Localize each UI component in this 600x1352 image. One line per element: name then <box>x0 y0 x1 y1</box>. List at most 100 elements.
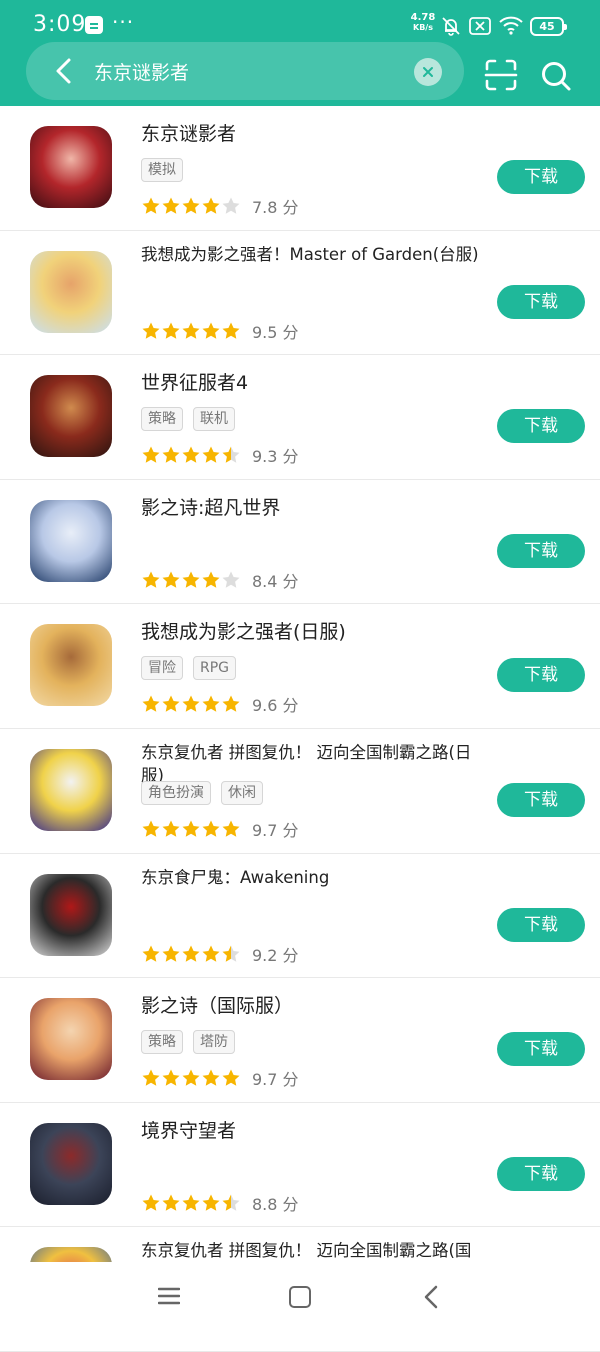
category-tag: 角色扮演 <box>141 780 211 805</box>
red-hair-girl-icon[interactable] <box>30 998 112 1081</box>
category-tag: RPG <box>193 656 237 681</box>
home-button[interactable] <box>289 1286 311 1308</box>
wifi-icon <box>499 16 523 35</box>
scan-icon[interactable] <box>484 58 518 92</box>
star-icon <box>222 197 240 214</box>
list-item[interactable]: 影之诗:超凡世界 8.4 分 下载 <box>0 480 600 605</box>
download-button[interactable]: 下载 <box>497 658 585 693</box>
download-button[interactable]: 下载 <box>497 907 585 942</box>
star-rating: 9.5 分 <box>141 319 299 343</box>
list-item[interactable]: 境界守望者 8.8 分 下载 <box>0 1103 600 1228</box>
rating-score: 9.5 分 <box>252 322 299 342</box>
blonde-elf-character-icon[interactable] <box>30 250 112 333</box>
status-time: 3:09 <box>33 12 87 37</box>
app-title[interactable]: 我想成为影之强者(日服) <box>141 620 481 645</box>
recent-apps-icon[interactable] <box>158 1286 180 1306</box>
star-icon <box>182 1194 200 1211</box>
category-tag: 塔防 <box>193 1030 235 1055</box>
close-icon <box>423 67 433 77</box>
back-arrow-icon[interactable] <box>48 54 80 88</box>
star-rating: 7.8 分 <box>141 194 299 218</box>
app-title[interactable]: 世界征服者4 <box>141 371 481 396</box>
star-icon <box>222 322 240 339</box>
no-sim-icon <box>469 17 491 35</box>
rating-score: 9.7 分 <box>252 1070 299 1090</box>
search-icon[interactable] <box>538 58 574 94</box>
network-speed-value: 4.78 <box>410 12 436 23</box>
category-tag: 休闲 <box>221 780 263 805</box>
star-icon <box>222 1069 240 1086</box>
app-title[interactable]: 东京食尸鬼：Awakening <box>141 866 481 889</box>
star-icon <box>162 571 180 588</box>
star-icon <box>202 446 220 463</box>
system-nav-bar <box>0 1262 600 1334</box>
werewolf-icon[interactable] <box>30 1122 112 1205</box>
star-icon <box>202 695 220 713</box>
star-icon <box>162 322 180 339</box>
masked-character-icon[interactable] <box>30 873 112 956</box>
search-results-list: 东京谜影者 模拟 7.8 分下载 我想成为影之强者！Master of Garden(… <box>0 106 600 1352</box>
category-tag: 策略 <box>141 1030 183 1055</box>
star-icon <box>142 695 160 713</box>
star-icon <box>202 1194 220 1211</box>
star-icon <box>182 322 200 339</box>
star-icon <box>222 820 240 837</box>
star-icon <box>202 322 220 339</box>
back-icon[interactable] <box>421 1284 441 1310</box>
star-icon <box>182 1069 200 1086</box>
list-item[interactable]: 我想成为影之强者(日服) 冒险 RPG 9.6 分 下载 <box>0 604 600 729</box>
download-button[interactable]: 下载 <box>497 533 585 568</box>
list-item[interactable]: 东京复仇者 拼图复仇！ 迈向全国制霸之路(日服) 角色扮演 休闲 9.7 分下载 <box>0 729 600 854</box>
blonde-character-icon[interactable] <box>30 624 112 707</box>
app-title[interactable]: 东京谜影者 <box>141 122 481 147</box>
network-speed-unit: KB/s <box>413 23 433 32</box>
list-item[interactable]: 我想成为影之强者！Master of Garden(台服) 9.5 分 下载 <box>0 231 600 356</box>
star-icon <box>162 197 180 214</box>
tag-list: 模拟 <box>141 158 183 182</box>
status-bar: 3:09 ··· 4.78 KB/s 45 <box>0 0 600 40</box>
tag-list: 冒险 RPG <box>141 656 237 681</box>
download-button[interactable]: 下载 <box>497 409 585 444</box>
star-icon <box>142 197 160 214</box>
download-button[interactable]: 下载 <box>497 1032 585 1067</box>
battery-indicator: 45 <box>530 17 567 36</box>
search-input[interactable]: 东京谜影者 <box>94 58 189 85</box>
app-title[interactable]: 我想成为影之强者！Master of Garden(台服) <box>141 243 481 266</box>
star-icon <box>202 1069 220 1086</box>
officer-character-icon[interactable] <box>30 375 112 458</box>
rating-score: 9.7 分 <box>252 820 299 840</box>
star-icon <box>182 820 200 837</box>
event-banner-icon[interactable] <box>30 748 112 831</box>
star-icon <box>142 945 160 962</box>
search-bar[interactable]: 东京谜影者 <box>26 42 464 100</box>
download-button[interactable]: 下载 <box>497 160 585 194</box>
download-button[interactable]: 下载 <box>497 284 585 319</box>
list-item[interactable]: 东京食尸鬼：Awakening 9.2 分 下载 <box>0 854 600 979</box>
category-tag: 联机 <box>193 407 235 432</box>
star-icon <box>182 945 200 962</box>
tag-list: 策略 塔防 <box>141 1030 235 1055</box>
rating-score: 9.3 分 <box>252 447 299 467</box>
star-rating: 9.6 分 <box>141 692 299 716</box>
silver-hair-character-icon[interactable] <box>30 499 112 582</box>
clear-search-button[interactable] <box>414 58 442 86</box>
star-rating: 9.2 分 <box>141 942 299 966</box>
star-icon <box>202 820 220 837</box>
star-icon <box>142 820 160 837</box>
star-icon <box>142 446 160 463</box>
app-title[interactable]: 影之诗:超凡世界 <box>141 496 481 521</box>
star-icon <box>182 571 200 588</box>
mute-bell-icon <box>442 17 460 36</box>
star-icon <box>202 945 220 962</box>
star-icon <box>142 571 160 588</box>
download-button[interactable]: 下载 <box>497 782 585 817</box>
download-button[interactable]: 下载 <box>497 1156 585 1191</box>
list-item[interactable]: 东京谜影者模拟 7.8 分 下载 <box>0 106 600 231</box>
list-item[interactable]: 世界征服者4 策略 联机 9.3 分 下载 <box>0 355 600 480</box>
star-icon <box>162 1069 180 1086</box>
red-hair-character-icon[interactable] <box>30 126 112 208</box>
list-item[interactable]: 影之诗（国际服） 策略 塔防 9.7 分 下载 <box>0 978 600 1103</box>
app-title[interactable]: 影之诗（国际服） <box>141 994 481 1019</box>
star-icon <box>202 197 220 214</box>
app-title[interactable]: 境界守望者 <box>141 1119 481 1144</box>
